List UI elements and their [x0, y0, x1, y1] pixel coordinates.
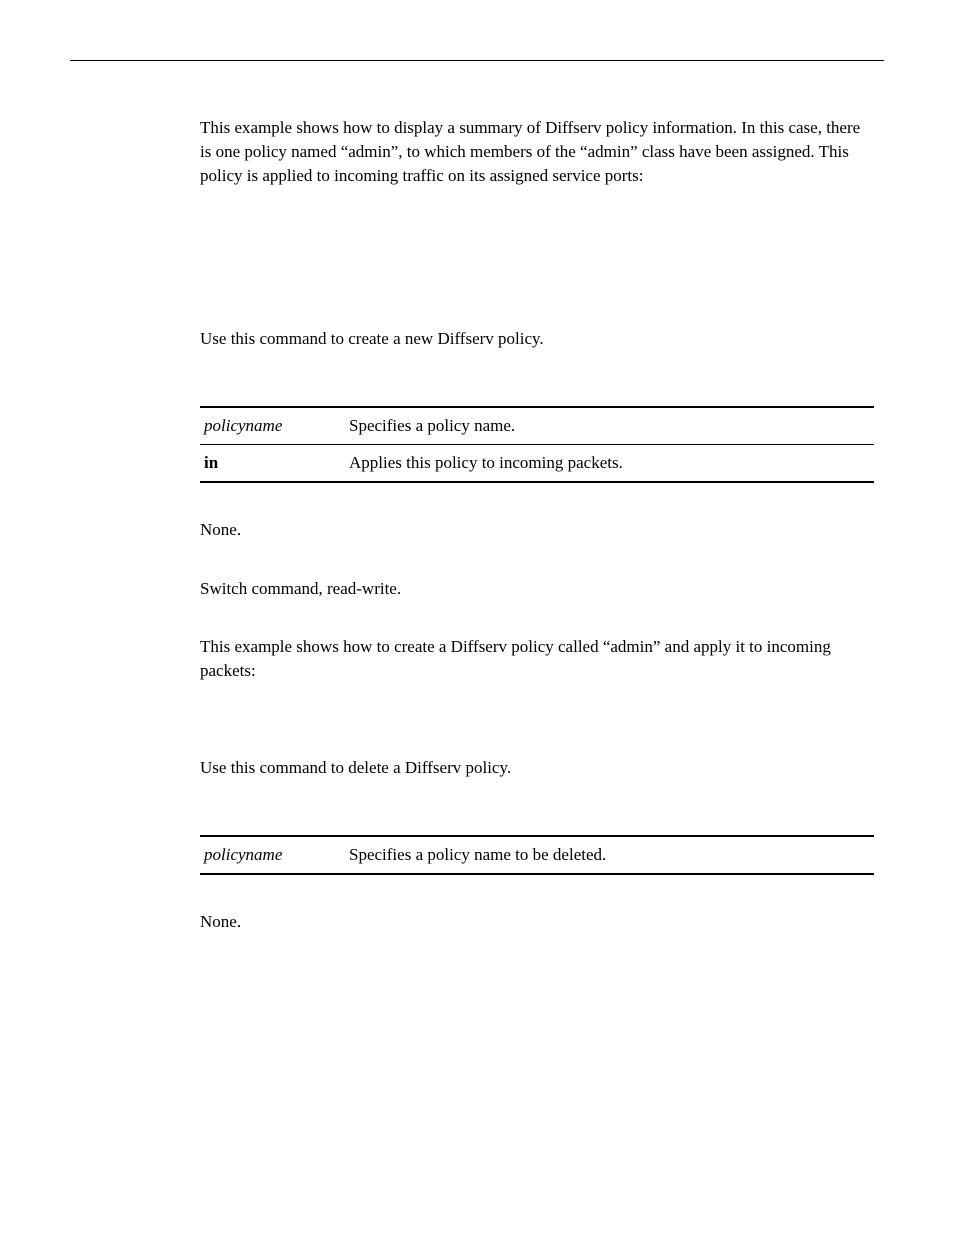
- param-name: in: [200, 444, 345, 481]
- header-rule: [70, 60, 884, 61]
- create-params-table: policyname Specifies a policy name. in A…: [200, 406, 874, 483]
- param-desc: Specifies a policy name.: [345, 407, 874, 444]
- delete-description: Use this command to delete a Diffserv po…: [200, 756, 874, 780]
- delete-params-table: policyname Specifies a policy name to be…: [200, 835, 874, 875]
- param-desc: Applies this policy to incoming packets.: [345, 444, 874, 481]
- table-row: policyname Specifies a policy name to be…: [200, 836, 874, 874]
- param-desc: Specifies a policy name to be deleted.: [345, 836, 874, 874]
- table-row: in Applies this policy to incoming packe…: [200, 444, 874, 481]
- param-name: policyname: [200, 836, 345, 874]
- delete-defaults: None.: [200, 910, 874, 934]
- intro-example-text: This example shows how to display a summ…: [200, 116, 874, 187]
- page-content: This example shows how to display a summ…: [200, 116, 874, 933]
- create-defaults: None.: [200, 518, 874, 542]
- create-example-text: This example shows how to create a Diffs…: [200, 635, 874, 683]
- param-name: policyname: [200, 407, 345, 444]
- table-row: policyname Specifies a policy name.: [200, 407, 874, 444]
- create-description: Use this command to create a new Diffser…: [200, 327, 874, 351]
- create-mode: Switch command, read-write.: [200, 577, 874, 601]
